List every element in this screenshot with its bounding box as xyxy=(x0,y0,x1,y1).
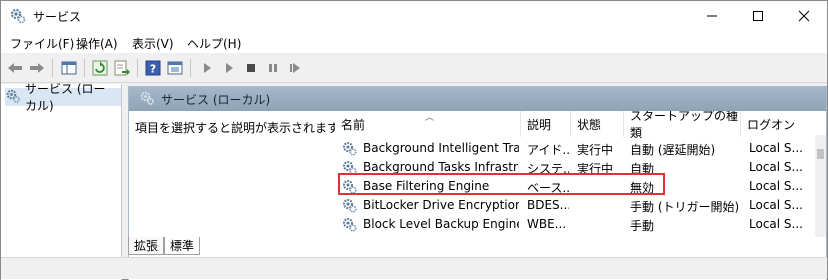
show-hide-tree-icon[interactable] xyxy=(59,58,79,78)
menu-action[interactable]: 操作(A) xyxy=(76,35,118,52)
service-logon: Local S... xyxy=(749,179,803,193)
services-list: ︿ 名前 説明 状態 スタートアップの種類 ログオン Background In… xyxy=(335,111,826,237)
svg-text:?: ? xyxy=(150,63,156,76)
column-header-name[interactable]: 名前 xyxy=(335,111,521,137)
tab-extended[interactable]: 拡張 xyxy=(128,237,165,255)
properties-icon[interactable] xyxy=(165,58,185,78)
pause-service-icon[interactable] xyxy=(263,58,283,78)
service-startup-type: 無効 xyxy=(630,181,655,195)
service-startup-type: 手動 (トリガー開始) xyxy=(630,200,738,214)
export-list-icon[interactable] xyxy=(112,58,132,78)
vertical-scrollbar[interactable] xyxy=(815,135,826,237)
service-description: システ... xyxy=(527,162,569,176)
services-gear-icon xyxy=(5,88,21,107)
service-logon: Local S... xyxy=(749,217,803,231)
start-service-icon[interactable] xyxy=(197,58,217,78)
toolbar-separator xyxy=(137,59,138,77)
column-header-status[interactable]: 状態 xyxy=(571,111,624,137)
service-logon: Local S... xyxy=(749,141,803,155)
description-prompt: 項目を選択すると説明が表示されます。 xyxy=(135,121,350,135)
window-title: サービス xyxy=(33,10,82,24)
table-row[interactable]: Background Intelligent Tran... アイド... 実行中 自… xyxy=(335,139,815,158)
column-header-logon[interactable]: ログオン xyxy=(741,111,815,137)
close-button[interactable] xyxy=(781,1,827,31)
maximize-button[interactable] xyxy=(735,1,781,31)
service-description: ベース... xyxy=(527,181,569,195)
service-gear-icon xyxy=(341,159,358,176)
service-gear-icon xyxy=(341,178,358,195)
tab-standard[interactable]: 標準 xyxy=(164,237,201,255)
service-logon: Local S... xyxy=(749,198,803,212)
services-gear-icon xyxy=(9,7,27,25)
pane-header-title: サービス (ローカル) xyxy=(161,92,271,107)
status-bar xyxy=(1,257,827,279)
service-description: BDES... xyxy=(527,198,569,212)
menu-bar: ファイル(F) 操作(A) 表示(V) ヘルプ(H) xyxy=(1,31,827,53)
menu-view[interactable]: 表示(V) xyxy=(132,35,174,52)
help-icon[interactable]: ? xyxy=(143,58,163,78)
toolbar-separator xyxy=(84,59,85,77)
menu-file[interactable]: ファイル(F) xyxy=(10,35,74,52)
service-name: BitLocker Drive Encryption ... xyxy=(363,198,519,212)
service-name: Block Level Backup Engine ... xyxy=(363,217,519,231)
console-tree: サービス (ローカル) xyxy=(1,82,122,280)
minimize-button[interactable] xyxy=(689,1,735,31)
service-name: Base Filtering Engine xyxy=(363,179,490,193)
table-row[interactable]: Background Tasks Infrastruc... システ... 実行中 自… xyxy=(335,158,815,177)
service-startup-type: 手動 xyxy=(630,219,655,233)
title-bar: サービス xyxy=(1,1,827,31)
column-header-startup-type[interactable]: スタートアップの種類 xyxy=(624,111,741,140)
forward-arrow-icon[interactable] xyxy=(27,58,47,78)
toolbar-separator xyxy=(52,59,53,77)
service-gear-icon xyxy=(341,197,358,214)
service-gear-icon xyxy=(341,140,358,157)
view-tabs: 拡張 標準 xyxy=(128,237,201,255)
toolbar: ? xyxy=(1,53,827,83)
service-status: 実行中 xyxy=(577,162,614,176)
service-description: アイド... xyxy=(527,143,569,157)
service-gear-icon xyxy=(341,216,358,233)
details-pane: サービス (ローカル) 項目を選択すると説明が表示されます。 ︿ 名前 説明 状… xyxy=(128,86,827,280)
scrollbar-thumb[interactable] xyxy=(817,149,824,159)
services-window: サービス ファイル(F) 操作(A) 表示(V) ヘルプ(H) ? サービス (… xyxy=(0,0,828,280)
menu-help[interactable]: ヘルプ(H) xyxy=(187,35,241,52)
toolbar-separator xyxy=(190,59,191,77)
tree-item-label: サービス (ローカル) xyxy=(25,82,106,113)
tree-item-services-local[interactable]: サービス (ローカル) xyxy=(5,82,121,113)
start-service-alt-icon[interactable] xyxy=(219,58,239,78)
refresh-icon[interactable] xyxy=(90,58,110,78)
service-description: WBE... xyxy=(527,217,567,231)
restart-service-icon[interactable] xyxy=(285,58,305,78)
table-row[interactable]: BitLocker Drive Encryption ... BDES... 手動 … xyxy=(335,196,815,215)
services-gear-icon xyxy=(139,90,155,109)
service-logon: Local S... xyxy=(749,160,803,174)
service-name: Background Tasks Infrastruc... xyxy=(363,160,519,174)
pane-header: サービス (ローカル) xyxy=(129,87,826,111)
stop-service-icon[interactable] xyxy=(241,58,261,78)
table-row[interactable]: Base Filtering Engine ベース... 無効 Local S... xyxy=(335,177,815,196)
service-startup-type: 自動 xyxy=(630,162,655,176)
back-arrow-icon[interactable] xyxy=(5,58,25,78)
service-status: 実行中 xyxy=(577,143,614,157)
service-startup-type: 自動 (遅延開始) xyxy=(630,143,716,157)
column-header-description[interactable]: 説明 xyxy=(521,111,571,137)
service-name: Background Intelligent Tran... xyxy=(363,141,519,155)
table-row[interactable]: Block Level Backup Engine ... WBE... 手動 Loc… xyxy=(335,215,815,234)
